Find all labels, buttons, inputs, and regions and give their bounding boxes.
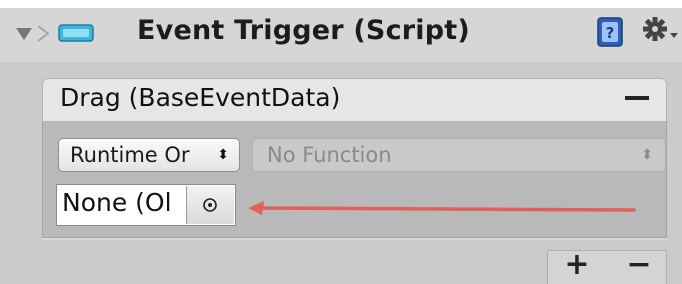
svg-text:?: ?: [606, 24, 615, 42]
runtime-mode-dropdown[interactable]: Runtime Or ⬍: [58, 138, 240, 172]
entry-bottom-divider: [42, 238, 667, 240]
top-strip: [0, 0, 682, 8]
add-event-button[interactable]: +: [560, 250, 594, 284]
help-icon[interactable]: ?: [597, 17, 623, 47]
object-field-value: None (Ol: [62, 188, 172, 217]
dropdown-arrows-icon: ⬍: [641, 147, 653, 163]
dropdown-arrows-icon: ⬍: [217, 147, 229, 163]
gear-icon[interactable]: [641, 15, 679, 47]
object-picker-icon: [203, 198, 217, 212]
annotation-arrow: [248, 201, 636, 215]
function-value: No Function: [267, 143, 392, 167]
script-icon: [37, 25, 50, 42]
fold-arrow-icon[interactable]: [16, 28, 32, 40]
remove-event-button[interactable]: −: [622, 250, 656, 284]
function-dropdown[interactable]: No Function ⬍: [252, 138, 666, 172]
component-icon: [58, 24, 94, 42]
event-entry-title: Drag (BaseEventData): [60, 83, 341, 112]
runtime-mode-value: Runtime Or: [70, 143, 190, 167]
component-title: Event Trigger (Script): [137, 15, 470, 46]
remove-entry-button[interactable]: [625, 96, 649, 100]
